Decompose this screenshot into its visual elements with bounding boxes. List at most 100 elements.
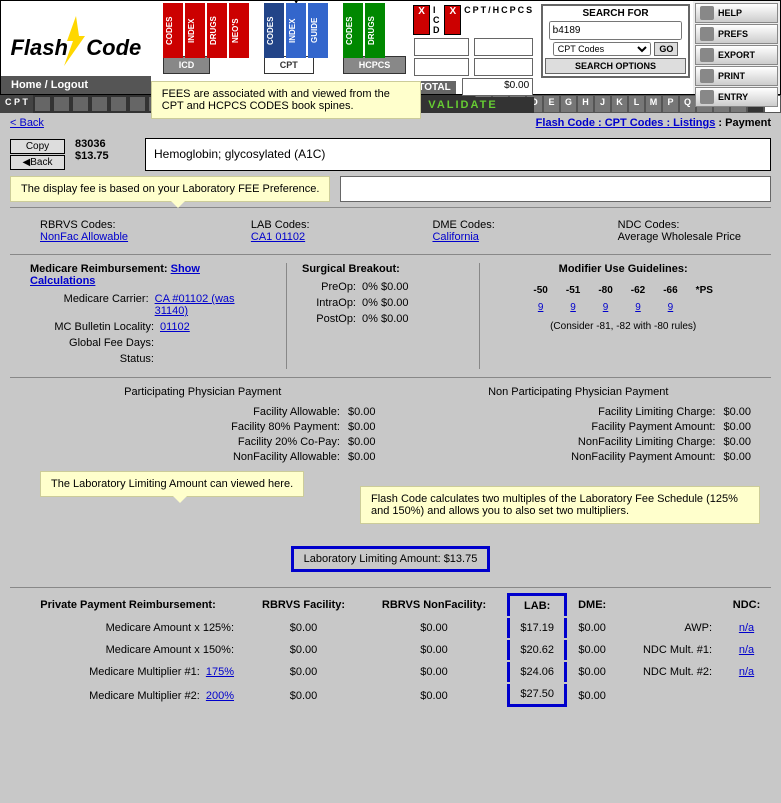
alpha-E[interactable]: E xyxy=(543,95,560,113)
postop-value: 0% $0.00 xyxy=(362,313,408,325)
export-icon xyxy=(700,48,714,62)
mod-link[interactable]: 9 xyxy=(570,302,576,313)
mod-link[interactable]: 9 xyxy=(635,302,641,313)
callout-display-fee: The display fee is based on your Laborat… xyxy=(10,176,330,202)
private-payment-table: Private Payment Reimbursement:RBRVS Faci… xyxy=(10,591,771,709)
ndc-link[interactable]: n/a xyxy=(739,644,754,656)
help-button[interactable]: HELP xyxy=(695,3,778,23)
close-cpt-icon[interactable]: X xyxy=(444,5,461,35)
close-icd-icon[interactable]: X xyxy=(413,5,430,35)
search-input[interactable] xyxy=(549,21,683,40)
tool-icon[interactable] xyxy=(72,96,89,112)
callout-multiples: Flash Code calculates two multiples of t… xyxy=(360,486,760,524)
ndc-label: NDC Codes: xyxy=(618,219,741,231)
priv-lab: $27.50 xyxy=(507,684,567,707)
intraop-label: IntraOp: xyxy=(302,297,362,309)
mod-title: Modifier Use Guidelines: xyxy=(495,263,751,275)
validate-button[interactable]: VALIDATE xyxy=(413,97,534,113)
book-cpt-index[interactable]: INDEX xyxy=(286,3,306,58)
code-number: 83036$13.75 xyxy=(75,138,135,171)
tab-hcpcs[interactable]: HCPCS xyxy=(343,56,407,74)
pay-label: Facility Payment Amount: xyxy=(406,421,724,433)
copy-button[interactable]: Copy xyxy=(10,139,65,154)
priv-ndc-label xyxy=(617,684,722,707)
search-options-button[interactable]: SEARCH OPTIONS xyxy=(545,58,686,74)
book-icd-index[interactable]: INDEX xyxy=(185,3,205,58)
mod-link[interactable]: 9 xyxy=(538,302,544,313)
book-cpt-codes[interactable]: CODES xyxy=(264,3,284,58)
alpha-K[interactable]: K xyxy=(611,95,628,113)
callout-fees: FEES are associated with and viewed from… xyxy=(151,81,421,119)
priv-lab: $20.62 xyxy=(507,640,567,660)
locality-link[interactable]: 01102 xyxy=(160,321,190,333)
book-cpt-guide[interactable]: GUIDE xyxy=(308,3,328,58)
inline-search-input[interactable] xyxy=(340,176,771,202)
book-icd-neo's[interactable]: NEO'S xyxy=(229,3,249,58)
tool-icon[interactable] xyxy=(53,96,70,112)
callout-lab-limit: The Laboratory Limiting Amount can viewe… xyxy=(40,471,304,497)
carrier-label: Medicare Carrier: xyxy=(30,293,155,317)
alpha-P[interactable]: P xyxy=(662,95,679,113)
book-hcpcs-codes[interactable]: CODES xyxy=(343,3,363,58)
book-icd-codes[interactable]: CODES xyxy=(163,3,183,58)
locality-label: MC Bulletin Locality: xyxy=(30,321,160,333)
entry-button[interactable]: ENTRY xyxy=(695,87,778,107)
ndc-link[interactable]: n/a xyxy=(739,666,754,678)
alpha-L[interactable]: L xyxy=(628,95,645,113)
lab-link[interactable]: CA1 01102 xyxy=(251,231,305,243)
tool-icon[interactable] xyxy=(129,96,146,112)
tool-icon[interactable] xyxy=(110,96,127,112)
priv-rnf: $0.00 xyxy=(363,618,505,638)
tab-icd[interactable]: ICD xyxy=(163,56,211,74)
mod-link[interactable]: 9 xyxy=(668,302,674,313)
icd-input[interactable] xyxy=(414,38,469,56)
alpha-Q[interactable]: Q xyxy=(679,95,696,113)
search-type-select[interactable]: CPT Codes xyxy=(553,42,652,56)
status-label: Status: xyxy=(30,353,160,365)
pay-value: $0.00 xyxy=(348,421,376,433)
book-hcpcs-drugs[interactable]: DRUGS xyxy=(365,3,385,58)
alpha-J[interactable]: J xyxy=(594,95,611,113)
mult-link[interactable]: 200% xyxy=(206,690,234,702)
lab-limit-box: Laboratory Limiting Amount: $13.75 xyxy=(291,546,491,572)
tab-cpt[interactable]: CPT xyxy=(264,56,314,74)
export-button[interactable]: EXPORT xyxy=(695,45,778,65)
priv-rf: $0.00 xyxy=(246,640,361,660)
icd-input-2[interactable] xyxy=(414,58,469,76)
mod-link[interactable]: 9 xyxy=(603,302,609,313)
tools-panel: HELP PREFS EXPORT PRINT ENTRY xyxy=(693,1,780,94)
rbrvs-link[interactable]: NonFac Allowable xyxy=(40,231,128,243)
pay-value: $0.00 xyxy=(723,451,751,463)
priv-rnf: $0.00 xyxy=(363,684,505,707)
pay-label: Facility Limiting Charge: xyxy=(406,406,724,418)
tool-icon[interactable] xyxy=(34,96,51,112)
priv-ndc-label: NDC Mult. #2: xyxy=(617,662,722,682)
book-icd-drugs[interactable]: DRUGS xyxy=(207,3,227,58)
cpt-input[interactable] xyxy=(474,38,533,56)
priv-ndc: n/a xyxy=(724,662,769,682)
home-logout-link[interactable]: Home / Logout xyxy=(1,76,151,94)
carrier-link[interactable]: CA #01102 (was 31140) xyxy=(155,293,266,317)
tool-icon[interactable] xyxy=(91,96,108,112)
print-button[interactable]: PRINT xyxy=(695,66,778,86)
go-button[interactable]: GO xyxy=(654,42,678,56)
icd-label: I C D xyxy=(433,5,442,35)
priv-ndc: n/a xyxy=(724,618,769,638)
search-box: SEARCH FOR CPT Codes GO SEARCH OPTIONS xyxy=(541,4,690,78)
pay-label: Facility 80% Payment: xyxy=(30,421,348,433)
mult-link[interactable]: 175% xyxy=(206,666,234,678)
dme-link[interactable]: California xyxy=(432,231,478,243)
back-link[interactable]: < Back xyxy=(10,117,44,129)
pay-label: NonFacility Limiting Charge: xyxy=(406,436,724,448)
prefs-button[interactable]: PREFS xyxy=(695,24,778,44)
alpha-H[interactable]: H xyxy=(577,95,594,113)
crumb-path[interactable]: Flash Code : CPT Codes : Listings xyxy=(536,117,716,129)
gfd-label: Global Fee Days: xyxy=(30,337,160,349)
priv-rf: $0.00 xyxy=(246,684,361,707)
back-button[interactable]: ◀Back xyxy=(10,155,65,170)
alpha-G[interactable]: G xyxy=(560,95,577,113)
ndc-link[interactable]: n/a xyxy=(739,622,754,634)
alpha-M[interactable]: M xyxy=(645,95,662,113)
pay-label: NonFacility Allowable: xyxy=(30,451,348,463)
cpt-input-2[interactable] xyxy=(474,58,533,76)
